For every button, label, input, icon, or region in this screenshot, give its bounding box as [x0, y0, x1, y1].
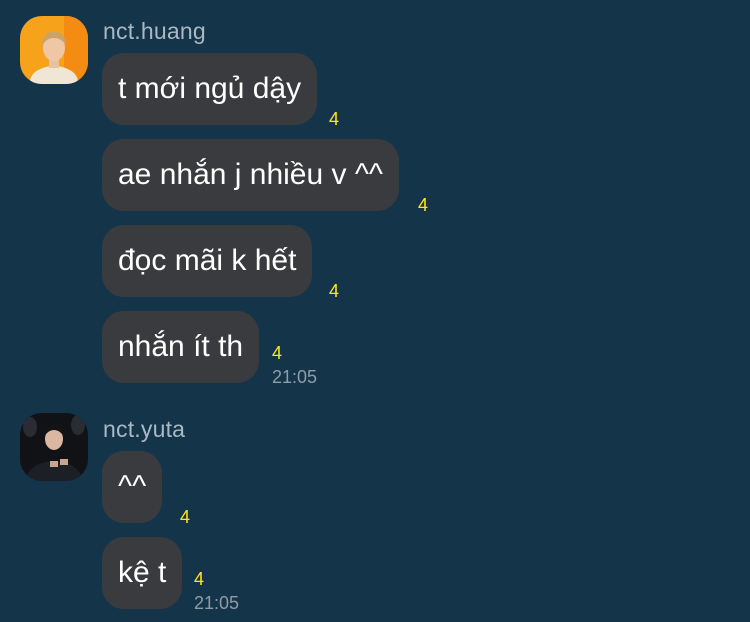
message-bubble[interactable]: t mới ngủ dậy [102, 53, 318, 125]
sender-name: nct.huang [103, 18, 206, 44]
message-bubble[interactable]: nhắn ít th [102, 311, 260, 383]
profile-photo-icon [20, 413, 88, 481]
read-count: 4 [418, 195, 429, 215]
message-bubble[interactable]: ae nhắn j nhiều v ^^ [102, 139, 400, 211]
read-count: 4 [329, 109, 340, 129]
message-bubble[interactable]: kệ t [102, 537, 183, 609]
read-count: 4 [329, 281, 340, 301]
avatar-nct-yuta[interactable] [20, 413, 88, 481]
read-count: 4 [272, 343, 283, 363]
message-timestamp: 21:05 [272, 367, 318, 387]
message-bubble[interactable]: ^^ [102, 451, 163, 523]
message-timestamp: 21:05 [194, 593, 240, 613]
read-count: 4 [180, 507, 191, 527]
read-count: 4 [194, 569, 205, 589]
sender-name: nct.yuta [103, 416, 186, 442]
profile-photo-icon [20, 16, 88, 84]
avatar-nct-huang[interactable] [20, 16, 88, 84]
message-bubble[interactable]: đọc mãi k hết [102, 225, 313, 297]
